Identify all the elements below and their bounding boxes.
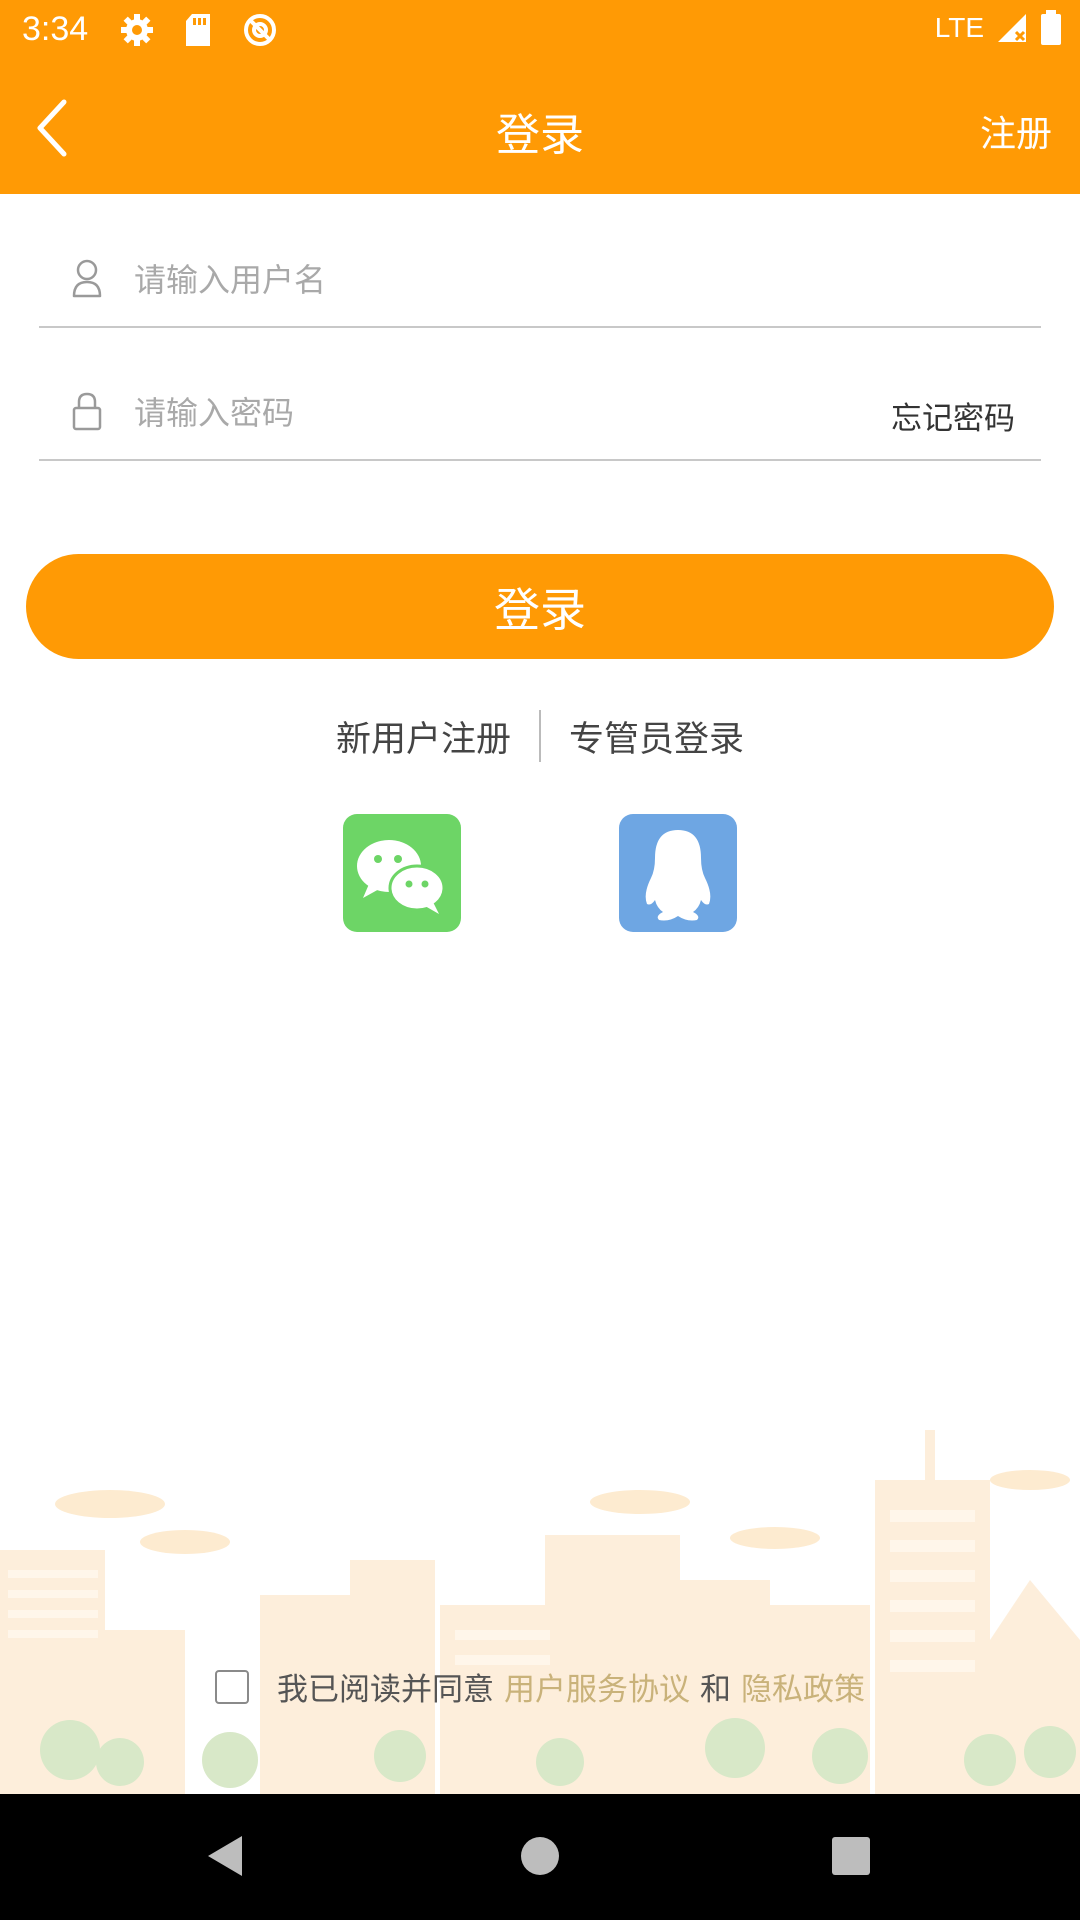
qq-icon — [645, 830, 711, 921]
status-icons-left — [120, 12, 278, 48]
link-divider — [539, 710, 541, 762]
status-icons-right: LTE — [935, 10, 1062, 46]
page-title: 登录 — [496, 110, 584, 161]
status-bar: 3:34 LTE — [0, 0, 1080, 63]
status-time: 3:34 — [22, 10, 89, 48]
secondary-links: 新用户注册 专管员登录 — [0, 708, 1080, 764]
password-field: 忘记密码 — [39, 331, 1041, 461]
battery-icon — [1041, 10, 1061, 45]
admin-login-link[interactable]: 专管员登录 — [569, 711, 744, 762]
forgot-password-link[interactable]: 忘记密码 — [891, 393, 1015, 438]
terms-link[interactable]: 用户服务协议 — [504, 1664, 690, 1709]
agreement-checkbox[interactable] — [215, 1669, 249, 1704]
login-button[interactable]: 登录 — [26, 554, 1054, 659]
new-user-register-link[interactable]: 新用户注册 — [336, 711, 511, 762]
password-input[interactable] — [134, 389, 694, 437]
nav-back-icon[interactable] — [204, 1832, 246, 1880]
privacy-link[interactable]: 隐私政策 — [741, 1664, 865, 1709]
agreement-row: 我已阅读并同意 用户服务协议 和 隐私政策 — [0, 1664, 1080, 1709]
username-input[interactable] — [134, 256, 854, 304]
wechat-login-button[interactable] — [343, 814, 461, 932]
wechat-icon — [357, 840, 446, 914]
app-bar: 登录 注册 — [0, 63, 1080, 194]
city-skyline-illustration — [0, 1430, 1080, 1794]
settings-icon — [121, 14, 153, 46]
username-field — [39, 198, 1041, 328]
user-icon — [72, 259, 102, 298]
agreement-and: 和 — [700, 1672, 731, 1708]
qq-login-button[interactable] — [619, 814, 737, 932]
signal-icon — [998, 14, 1026, 42]
nav-home-icon[interactable] — [520, 1832, 560, 1880]
system-nav-bar — [0, 1794, 1080, 1920]
network-type: LTE — [934, 12, 984, 43]
lock-icon — [72, 392, 102, 431]
nav-recents-icon[interactable] — [830, 1832, 872, 1880]
sd-card-icon — [186, 14, 210, 46]
register-link[interactable]: 注册 — [980, 105, 1052, 157]
sync-icon — [244, 14, 276, 46]
agreement-prefix: 我已阅读并同意 — [277, 1672, 494, 1708]
